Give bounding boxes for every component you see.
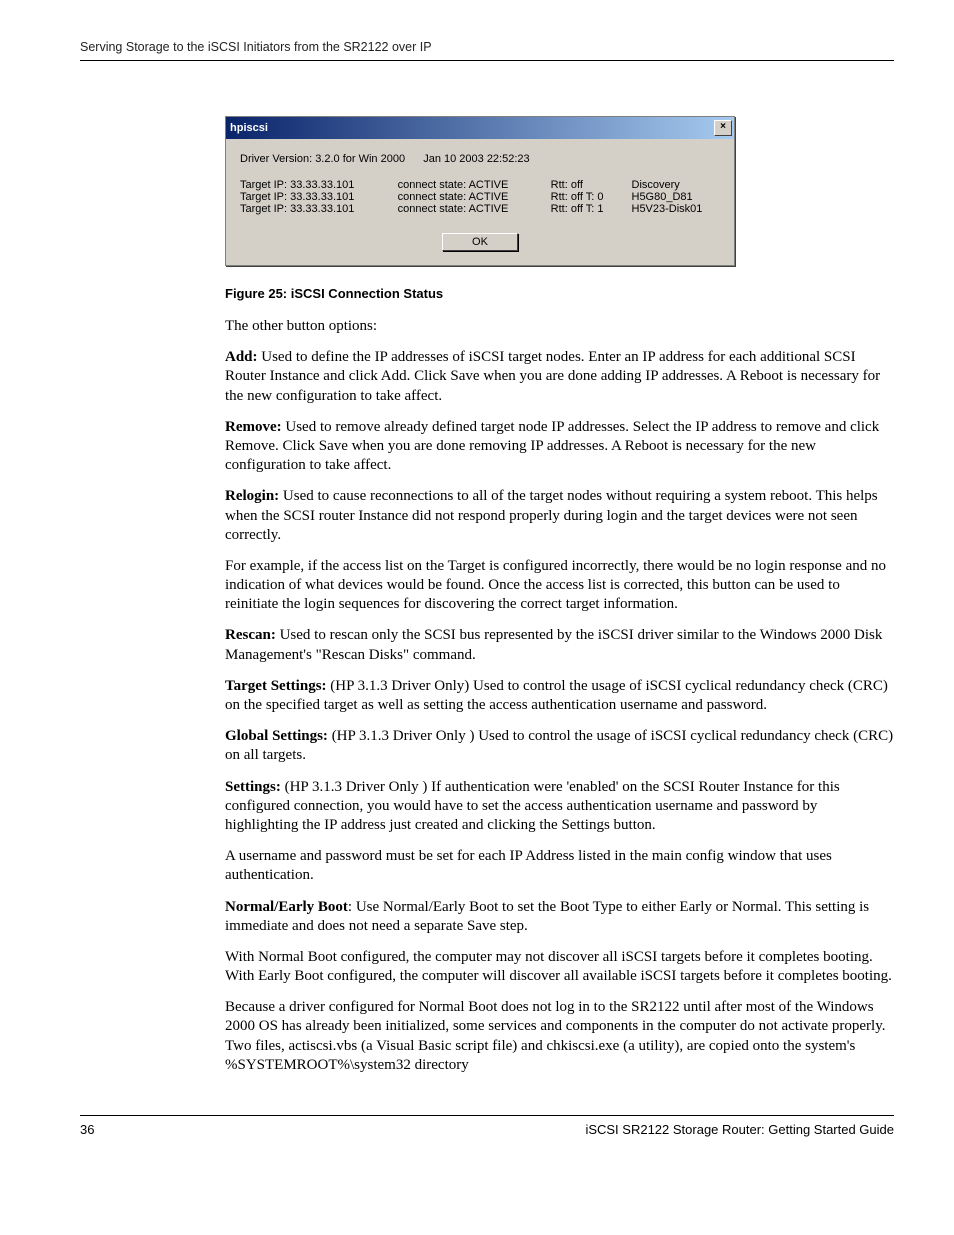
ok-button[interactable]: OK xyxy=(442,233,518,251)
target-name: H5G80_D81 xyxy=(632,191,721,203)
remove-paragraph: Remove: Used to remove already defined t… xyxy=(225,418,894,476)
dialog-screenshot: hpiscsi × Driver Version: 3.2.0 for Win … xyxy=(225,116,894,266)
add-text: Used to define the IP addresses of iSCSI… xyxy=(225,349,880,403)
table-row: Target IP: 33.33.33.101 connect state: A… xyxy=(240,203,720,215)
settings-note: A username and password must be set for … xyxy=(225,847,894,885)
connect-state: connect state: ACTIVE xyxy=(398,179,551,191)
driver-version-label: Driver Version: 3.2.0 for Win 2000 xyxy=(240,153,405,165)
term-add: Add: xyxy=(225,349,258,365)
hpiscsi-dialog: hpiscsi × Driver Version: 3.2.0 for Win … xyxy=(225,116,735,266)
table-row: Target IP: 33.33.33.101 connect state: A… xyxy=(240,179,720,191)
dialog-title: hpiscsi xyxy=(230,122,268,134)
target-ip: Target IP: 33.33.33.101 xyxy=(240,203,398,215)
rtt: Rtt: off T: 0 xyxy=(551,191,632,203)
term-remove: Remove: xyxy=(225,419,282,435)
rescan-paragraph: Rescan: Used to rescan only the SCSI bus… xyxy=(225,626,894,664)
term-settings: Settings: xyxy=(225,779,281,795)
intro-line: The other button options: xyxy=(225,317,894,336)
remove-text: Used to remove already defined target no… xyxy=(225,419,879,473)
normal-boot-p2: With Normal Boot configured, the compute… xyxy=(225,948,894,986)
footer-doc-title: iSCSI SR2122 Storage Router: Getting Sta… xyxy=(585,1122,894,1137)
term-global-settings: Global Settings: xyxy=(225,728,328,744)
running-header: Serving Storage to the iSCSI Initiators … xyxy=(80,40,894,61)
term-relogin: Relogin: xyxy=(225,488,279,504)
relogin-text: Used to cause reconnections to all of th… xyxy=(225,488,878,542)
target-name: H5V23-Disk01 xyxy=(632,203,721,215)
settings-paragraph: Settings: (HP 3.1.3 Driver Only ) If aut… xyxy=(225,778,894,836)
close-icon[interactable]: × xyxy=(714,120,732,136)
target-settings-paragraph: Target Settings: (HP 3.1.3 Driver Only) … xyxy=(225,677,894,715)
connect-state: connect state: ACTIVE xyxy=(398,191,551,203)
term-rescan: Rescan: xyxy=(225,627,276,643)
rescan-text: Used to rescan only the SCSI bus represe… xyxy=(225,627,882,662)
relogin-paragraph: Relogin: Used to cause reconnections to … xyxy=(225,487,894,545)
target-name: Discovery xyxy=(632,179,721,191)
driver-timestamp: Jan 10 2003 22:52:23 xyxy=(423,153,529,165)
normal-boot-paragraph: Normal/Early Boot: Use Normal/Early Boot… xyxy=(225,898,894,936)
dialog-body: Driver Version: 3.2.0 for Win 2000 Jan 1… xyxy=(226,139,734,265)
page-footer: 36 iSCSI SR2122 Storage Router: Getting … xyxy=(80,1115,894,1137)
target-ip: Target IP: 33.33.33.101 xyxy=(240,191,398,203)
targets-table: Target IP: 33.33.33.101 connect state: A… xyxy=(240,179,720,215)
rtt: Rtt: off xyxy=(551,179,632,191)
rtt: Rtt: off T: 1 xyxy=(551,203,632,215)
table-row: Target IP: 33.33.33.101 connect state: A… xyxy=(240,191,720,203)
dialog-titlebar: hpiscsi × xyxy=(226,117,734,139)
add-paragraph: Add: Used to define the IP addresses of … xyxy=(225,348,894,406)
body-text: The other button options: Add: Used to d… xyxy=(225,317,894,1075)
target-ip: Target IP: 33.33.33.101 xyxy=(240,179,398,191)
page-number: 36 xyxy=(80,1122,94,1137)
normal-boot-p3: Because a driver configured for Normal B… xyxy=(225,998,894,1075)
global-settings-paragraph: Global Settings: (HP 3.1.3 Driver Only )… xyxy=(225,727,894,765)
relogin-example: For example, if the access list on the T… xyxy=(225,557,894,615)
connect-state: connect state: ACTIVE xyxy=(398,203,551,215)
term-target-settings: Target Settings: xyxy=(225,678,327,694)
settings-text: (HP 3.1.3 Driver Only ) If authenticatio… xyxy=(225,779,840,833)
term-normal-boot: Normal/Early Boot xyxy=(225,899,348,915)
figure-caption: Figure 25: iSCSI Connection Status xyxy=(225,286,894,301)
driver-version-line: Driver Version: 3.2.0 for Win 2000 Jan 1… xyxy=(240,153,720,165)
